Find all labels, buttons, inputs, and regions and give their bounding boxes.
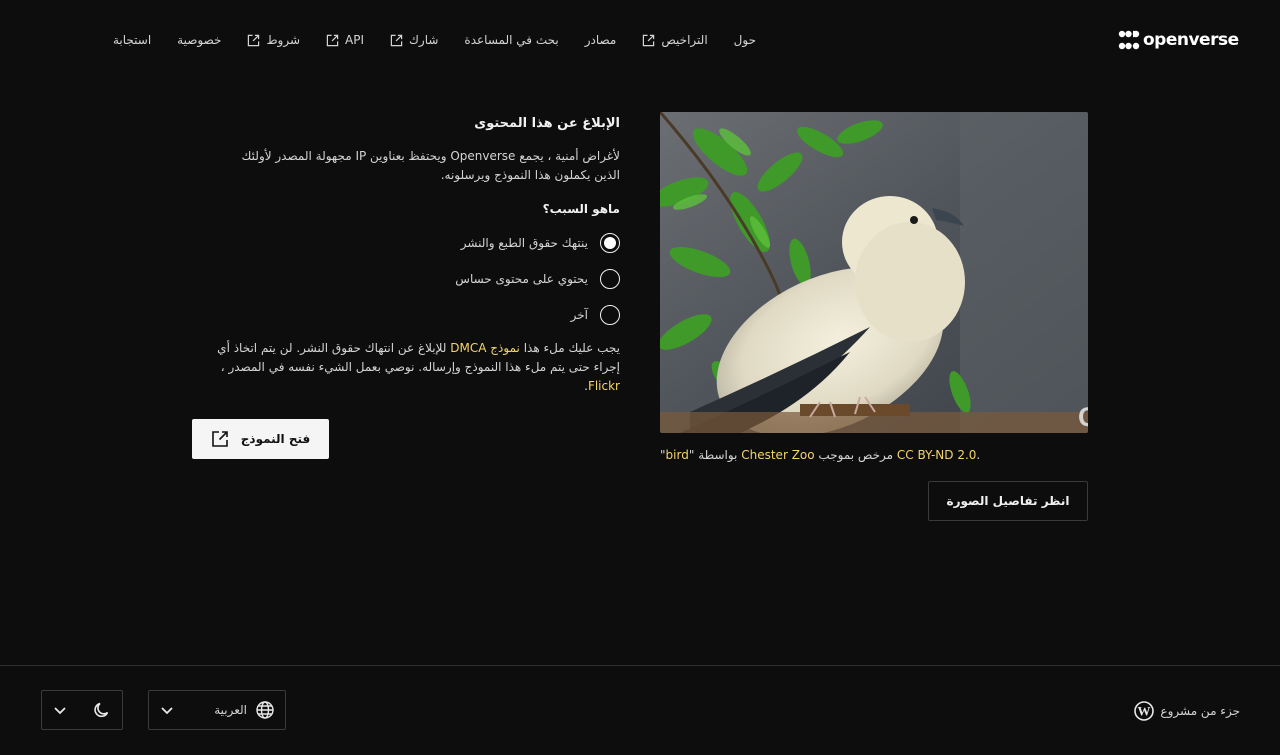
image-title-link[interactable]: bird [666, 448, 689, 462]
language-select[interactable]: العربية [148, 690, 286, 730]
dmca-notice: يجب عليك ملء هذا نموذج DMCA للإبلاغ عن ا… [192, 339, 620, 396]
nav-item-about[interactable]: حول [734, 33, 756, 47]
source-link[interactable]: Flickr [588, 379, 620, 393]
nav-item-label: حول [733, 33, 756, 47]
dmca-form-link-label: نموذج [490, 341, 520, 355]
wordpress-credit-link[interactable]: جزء من مشروع W [1134, 701, 1240, 721]
reason-option-other[interactable]: آخر [192, 303, 620, 327]
attribution-end: . [976, 448, 981, 462]
external-link-icon [211, 431, 228, 447]
report-form: الإبلاغ عن هذا المحتوى لأغراض أمنية ، يج… [192, 112, 620, 396]
bird-photo: ChesterZoo.org [660, 112, 1088, 433]
moon-icon [94, 702, 109, 718]
credit-text: جزء من مشروع [1160, 704, 1240, 718]
nav-item-label: استجابة [112, 33, 152, 47]
logo-text: openverse [1143, 30, 1239, 50]
dmca-form-link[interactable]: نموذج DMCA [450, 341, 520, 355]
nav-item-contribute[interactable]: شارك [390, 33, 438, 47]
main-nav: حول التراخيص مصادر بحث في المساعدة شارك … [113, 28, 756, 52]
nav-item-label: التراخيص [661, 33, 708, 47]
wordpress-icon: W [1134, 701, 1155, 721]
nav-item-feedback[interactable]: استجابة [113, 33, 151, 47]
image-watermark: ChesterZoo.org [1078, 402, 1088, 432]
radio-label: ينتهك حقوق الطبع والنشر [460, 236, 588, 250]
radio-label: يحتوي على محتوى حساس [455, 272, 588, 286]
nav-item-search-help[interactable]: بحث في المساعدة [464, 33, 558, 47]
dmca-text-before: يجب عليك ملء هذا [519, 341, 620, 355]
nav-item-label: شارك [409, 33, 439, 47]
nav-item-privacy[interactable]: خصوصية [177, 33, 221, 47]
attribution-by: بواسطة [694, 448, 742, 462]
media-image[interactable]: ChesterZoo.org [660, 112, 1088, 433]
attribution-licensed: مرخص بموجب [814, 448, 897, 462]
report-title: الإبلاغ عن هذا المحتوى [474, 116, 620, 131]
open-form-label: فتح النموذج [240, 432, 311, 446]
image-attribution: "bird" بواسطة Chester Zoo مرخص بموجب CC … [660, 448, 1088, 462]
theme-select[interactable] [41, 690, 123, 730]
reason-option-sensitive[interactable]: يحتوي على محتوى حساس [192, 267, 620, 291]
site-header: openverse حول التراخيص مصادر بحث في المس… [0, 0, 1280, 80]
globe-icon [256, 701, 274, 719]
external-link-icon [390, 34, 403, 46]
nav-item-api[interactable]: API [326, 33, 364, 47]
reason-question: ماهو السبب؟ [542, 202, 620, 216]
svg-text:W: W [1138, 704, 1151, 719]
language-value: العربية [214, 703, 247, 717]
nav-item-sources[interactable]: مصادر [585, 33, 617, 47]
nav-item-label: خصوصية [177, 33, 222, 47]
external-link-icon [643, 34, 655, 46]
radio-button[interactable] [600, 269, 620, 289]
nav-item-terms[interactable]: شروط [247, 33, 300, 47]
nav-item-licenses[interactable]: التراخيص [642, 33, 708, 47]
license-link[interactable]: CC BY-ND 2.0 [897, 448, 977, 462]
radio-button-checked[interactable] [600, 233, 620, 253]
view-image-details-button[interactable]: انظر تفاصيل الصورة [928, 481, 1088, 521]
creator-link[interactable]: Chester Zoo [741, 448, 814, 462]
site-footer: جزء من مشروع W العربية [0, 665, 1280, 755]
radio-button[interactable] [600, 305, 620, 325]
nav-item-label: شروط [266, 33, 301, 47]
reason-radio-group: ينتهك حقوق الطبع والنشر يحتوي على محتوى … [192, 231, 620, 327]
nav-item-label: بحث في المساعدة [464, 33, 559, 47]
external-link-icon [326, 34, 339, 46]
chevron-down-icon [54, 707, 66, 715]
report-description: لأغراض أمنية ، يجمع Openverse ويحتفظ بعن… [241, 149, 620, 182]
nav-item-label: مصادر [584, 33, 617, 47]
reason-option-copyright[interactable]: ينتهك حقوق الطبع والنشر [192, 231, 620, 255]
openverse-logo[interactable]: openverse [1118, 29, 1240, 51]
open-form-button[interactable]: فتح النموذج [192, 419, 329, 459]
dmca-link-label: DMCA [450, 341, 487, 355]
openverse-logo-icon [1118, 30, 1140, 50]
external-link-icon [248, 34, 260, 46]
chevron-down-icon [161, 707, 173, 715]
radio-label: آخر [570, 308, 588, 322]
nav-item-label: API [345, 33, 365, 47]
